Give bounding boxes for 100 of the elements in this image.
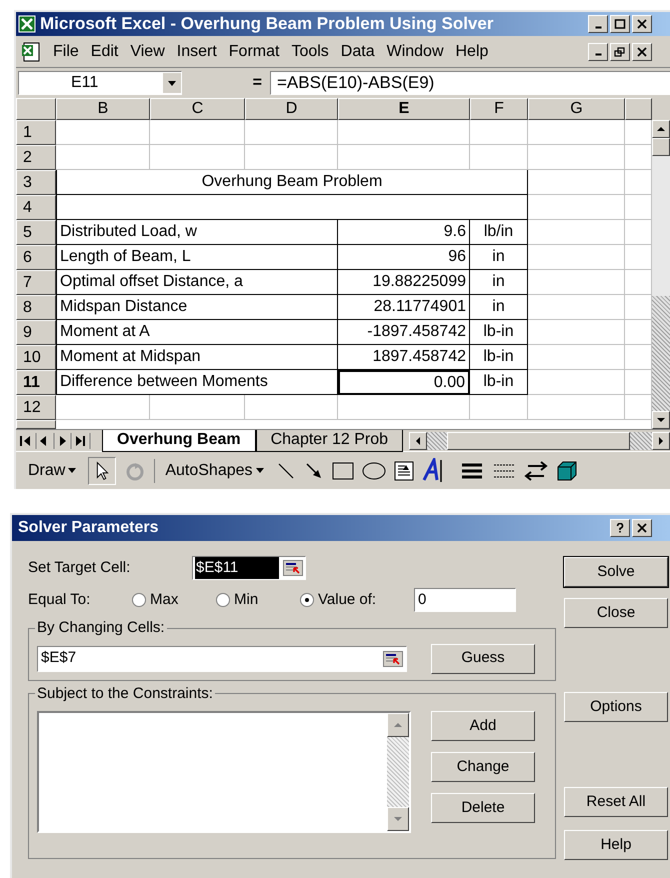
constraints-list[interactable] — [37, 711, 411, 833]
help-button[interactable] — [610, 519, 630, 537]
oval-icon[interactable] — [362, 462, 386, 480]
select-all-button[interactable] — [16, 98, 56, 120]
scrollbar-thumb[interactable] — [447, 432, 630, 450]
formula-field[interactable]: =ABS(E10)-ABS(E9) — [270, 71, 670, 95]
radio-option[interactable]: Max — [132, 588, 216, 612]
caret-icon — [68, 468, 76, 473]
value-field[interactable]: 0 — [414, 588, 516, 612]
draw-menu-button[interactable]: Draw — [24, 458, 80, 482]
close-button[interactable] — [632, 519, 652, 537]
table-cell: 0.00 — [338, 370, 470, 395]
down-arrow-icon — [656, 417, 666, 423]
collapse-dialog-icon[interactable] — [283, 560, 303, 576]
row-header[interactable]: 3 — [16, 170, 56, 195]
guess-button[interactable]: Guess — [431, 644, 535, 674]
equals-sign: = — [252, 73, 263, 93]
menu-item[interactable]: Format — [224, 40, 284, 64]
row-header[interactable]: 8 — [16, 295, 56, 320]
row-header[interactable]: 1 — [16, 120, 56, 145]
pointer-icon[interactable] — [88, 456, 116, 484]
column-header[interactable]: B — [56, 98, 150, 120]
row-header[interactable]: 11 — [16, 370, 56, 395]
vertical-scrollbar[interactable] — [387, 713, 409, 831]
group-label: Subject to the Constraints: — [36, 684, 214, 704]
close-icon — [636, 523, 648, 533]
constraint-button[interactable]: Delete — [431, 793, 535, 823]
row-header[interactable]: 4 — [16, 195, 56, 220]
menu-item[interactable]: Tools — [286, 40, 334, 64]
sheet-tab[interactable]: Chapter 12 Prob — [256, 430, 403, 452]
table-cell: 1897.458742 — [338, 345, 470, 370]
minimize-icon — [594, 53, 602, 56]
menu-item[interactable]: Window — [382, 40, 448, 64]
dialog-title: Solver Parameters — [18, 518, 159, 538]
row-header[interactable]: 12 — [16, 395, 56, 420]
arrow-icon[interactable] — [304, 460, 324, 480]
minimize-button[interactable] — [588, 15, 608, 33]
radio-option[interactable]: Min — [216, 588, 300, 612]
radio-option[interactable]: Value of: — [300, 588, 410, 612]
column-header[interactable]: D — [245, 98, 338, 120]
menu-item[interactable]: Data — [336, 40, 380, 64]
dialog-button[interactable]: Solve — [564, 557, 668, 587]
left-arrow-icon — [415, 436, 421, 446]
close-icon — [636, 46, 648, 56]
constraint-button[interactable]: Change — [431, 752, 535, 782]
column-header[interactable]: G — [528, 98, 625, 120]
column-header[interactable]: C — [150, 98, 245, 120]
dialog-button[interactable]: Close — [564, 598, 668, 628]
menu-item[interactable]: View — [125, 40, 170, 64]
close-button[interactable] — [632, 42, 652, 60]
name-box[interactable]: E11 — [18, 71, 182, 95]
menu-item[interactable]: Insert — [172, 40, 222, 64]
maximize-button[interactable] — [610, 15, 630, 33]
restore-icon — [614, 46, 626, 56]
column-header[interactable]: E — [338, 98, 470, 120]
up-arrow-icon — [393, 722, 403, 728]
text-box-icon[interactable] — [394, 460, 414, 480]
close-button[interactable] — [632, 15, 652, 33]
row-header[interactable] — [16, 420, 56, 429]
down-arrow-icon — [393, 816, 403, 822]
row-header[interactable]: 6 — [16, 245, 56, 270]
restore-button[interactable] — [610, 42, 630, 60]
arrow-style-icon[interactable] — [524, 460, 548, 482]
row-header[interactable]: 5 — [16, 220, 56, 245]
workbook-icon[interactable] — [20, 42, 42, 62]
changing-cells-field[interactable]: $E$7 — [37, 646, 407, 672]
caret-icon — [256, 468, 264, 473]
column-header[interactable] — [625, 98, 652, 120]
target-cell-field[interactable]: $E$11 — [192, 556, 306, 580]
close-icon — [636, 19, 648, 29]
line-style-icon[interactable] — [460, 460, 484, 480]
group-label: By Changing Cells: — [36, 618, 166, 638]
autoshapes-menu-button[interactable]: AutoShapes — [154, 458, 268, 482]
constraint-button[interactable]: Add — [431, 711, 535, 741]
menu-item[interactable]: Help — [450, 40, 494, 64]
row-header[interactable]: 9 — [16, 320, 56, 345]
row-header[interactable]: 7 — [16, 270, 56, 295]
3d-box-icon[interactable] — [556, 460, 578, 482]
row-header[interactable]: 2 — [16, 145, 56, 170]
dialog-button[interactable]: Reset All — [564, 787, 668, 817]
column-header[interactable]: F — [470, 98, 528, 120]
minimize-button[interactable] — [588, 42, 608, 60]
up-arrow-icon — [656, 126, 666, 132]
menu-item[interactable]: File — [48, 40, 84, 64]
help-icon — [614, 523, 626, 533]
equal-to-label: Equal To: — [28, 590, 92, 610]
scrollbar-thumb[interactable] — [652, 138, 670, 156]
line-icon[interactable] — [276, 460, 296, 480]
minimize-icon — [594, 26, 602, 28]
dialog-button[interactable]: Options — [564, 692, 668, 722]
menu-item[interactable]: Edit — [86, 40, 124, 64]
horizontal-scrollbar[interactable] — [409, 432, 670, 450]
right-arrow-icon — [658, 436, 664, 446]
collapse-dialog-icon[interactable] — [383, 650, 403, 666]
maximize-icon — [614, 19, 626, 29]
sheet-tab[interactable]: Overhung Beam — [102, 430, 256, 452]
vertical-scrollbar[interactable] — [652, 120, 670, 429]
dialog-button[interactable]: Help — [564, 830, 668, 860]
row-header[interactable]: 10 — [16, 345, 56, 370]
rectangle-icon[interactable] — [332, 462, 354, 480]
